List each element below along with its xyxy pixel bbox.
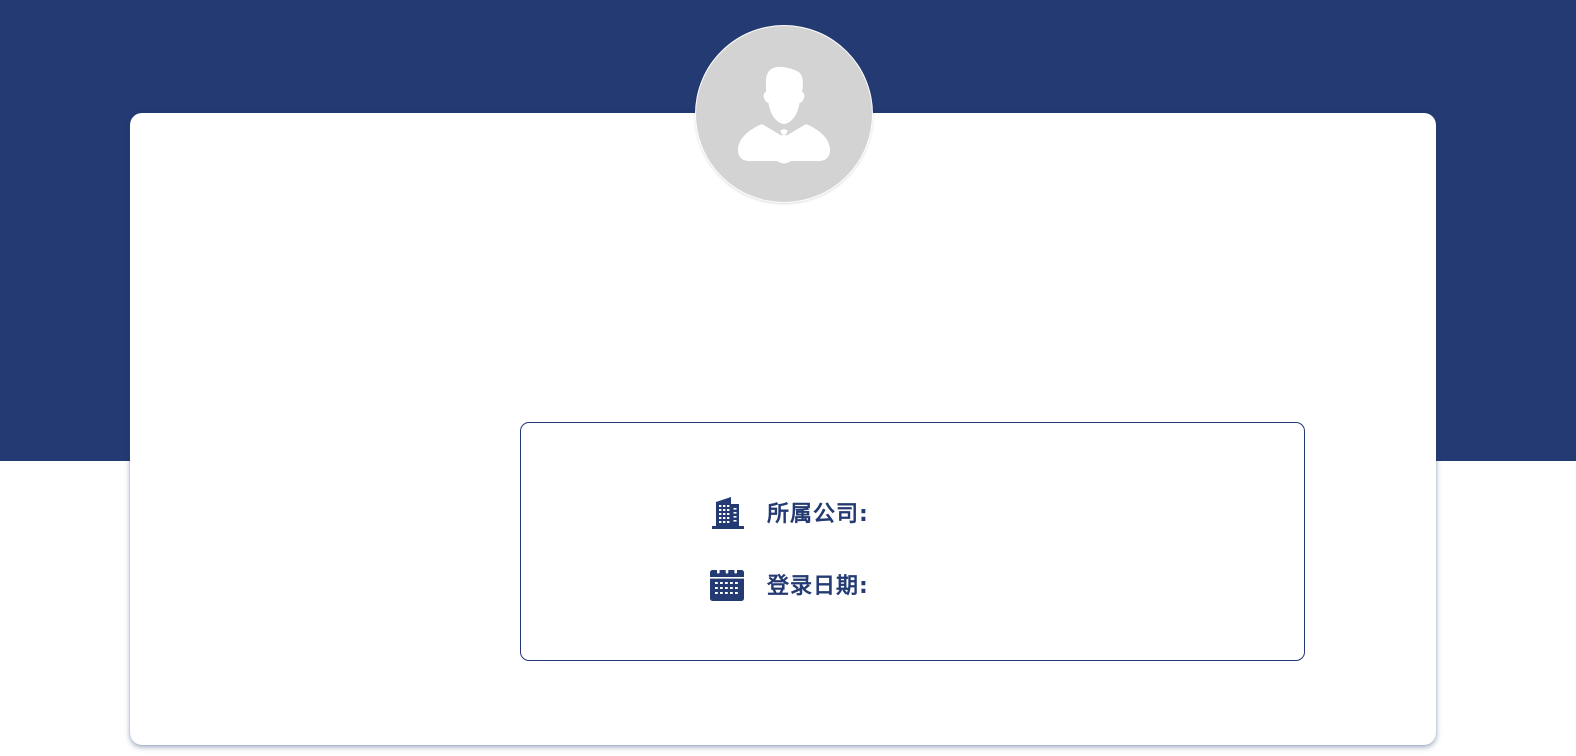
profile-card: 所属公司: 登录日期: [130, 113, 1436, 745]
user-avatar-icon [738, 66, 830, 164]
login-date-row: 登录日期: [709, 566, 877, 602]
user-avatar [696, 26, 872, 202]
login-date-label: 登录日期: [767, 574, 869, 599]
company-row: 所属公司: [709, 494, 877, 530]
calendar-icon [709, 566, 745, 602]
building-icon [709, 494, 745, 530]
profile-info-box: 所属公司: 登录日期: [520, 422, 1305, 661]
company-label: 所属公司: [767, 502, 869, 527]
